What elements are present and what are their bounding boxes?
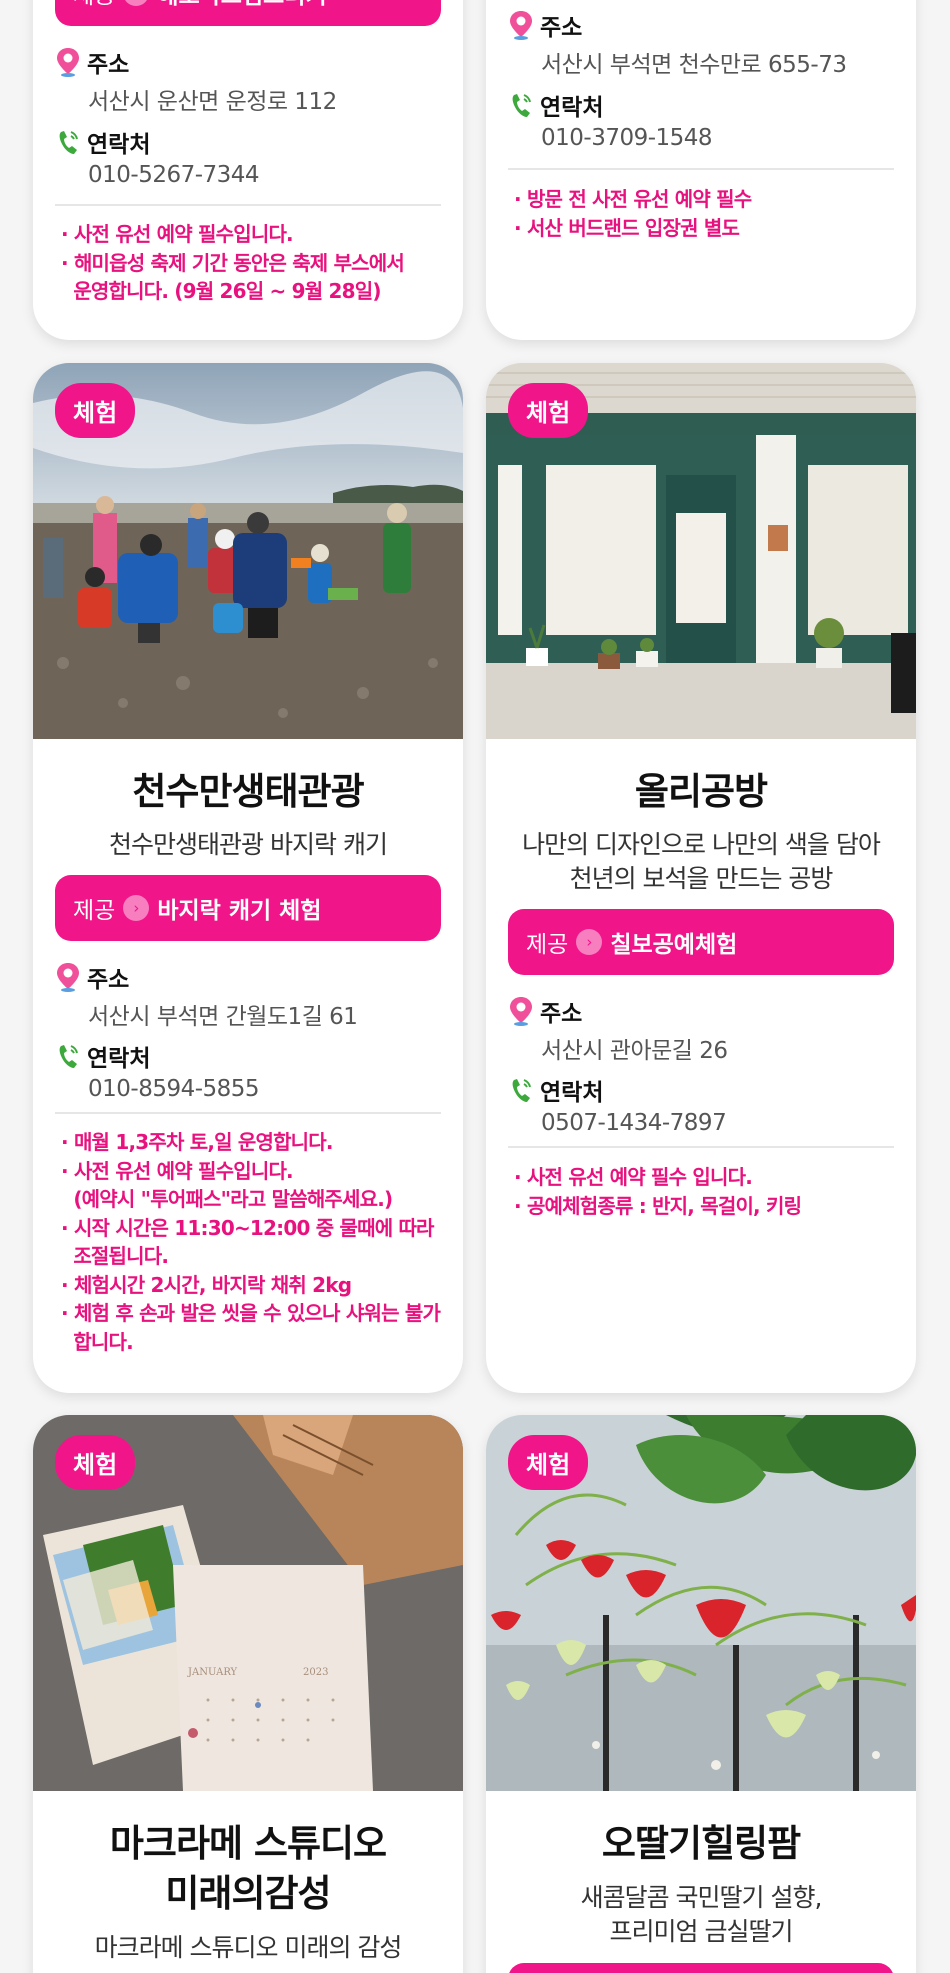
card-subtitle: 프리미엄 금실딸기 — [609, 1917, 794, 1946]
notes: · 매월 1,3주차 토,일 운영합니다. · 사전 유선 예약 필수입니다. … — [61, 1128, 449, 1356]
category-badge: 체험 — [508, 383, 589, 438]
note-line: 합니다. — [61, 1329, 133, 1354]
chevron-right-icon: › — [123, 895, 150, 921]
note-line: · 체험시간 2시간, 바지락 채취 2kg — [61, 1272, 352, 1297]
card-subtitle: 마크라메 스튜디오 미래의 감성 — [94, 1933, 403, 1962]
contact-label-row: 연락처 — [508, 88, 603, 122]
contact-label-row: 연락처 — [508, 1073, 603, 1107]
chevron-right-icon: › — [576, 929, 603, 955]
map-pin-icon — [508, 995, 534, 1027]
address-value: 서산시 부석면 간월도1길 61 — [88, 1004, 358, 1030]
address-label-row: 주소 — [508, 994, 582, 1028]
card-subtitle: 나만의 디자인으로 나만의 색을 담아 — [522, 830, 881, 859]
experience-card: 체험 오딸기힐링팜 새콤달콤 국민딸기 설향, 프리미엄 금실딸기 — [486, 1415, 916, 1973]
contact-label: 연락처 — [87, 1046, 151, 1072]
photo-craft-shop: 체험 — [486, 363, 916, 739]
divider — [508, 168, 894, 170]
note-line: 조절됩니다. — [61, 1244, 169, 1268]
experience-card: 체험 올리공방 나만의 디자인으로 나만의 색을 담아 천년의 보석을 만드는 … — [486, 363, 916, 1393]
experience-card: 체험 천수만생태관광 천수만생태관광 바지락 캐기 제공 › 바지락 캐기 체험… — [33, 363, 463, 1393]
address-value: 서산시 관아문길 26 — [541, 1038, 728, 1064]
provide-label: 제공 — [73, 0, 115, 10]
address-label: 주소 — [540, 15, 583, 41]
provide-value: 바지락 캐기 체험 — [157, 898, 322, 924]
card-title: 천수만생태관광 — [132, 770, 364, 813]
phone-icon — [55, 1040, 81, 1072]
note-line: · 매월 1,3주차 토,일 운영합니다. — [61, 1130, 333, 1154]
contact-label: 연락처 — [540, 95, 604, 121]
address-label: 주소 — [87, 967, 130, 993]
phone-value[interactable]: 0507-1434-7897 — [541, 1110, 727, 1136]
map-pin-icon — [55, 961, 81, 993]
provide-button[interactable]: 제공 › 칠보공예체험 — [508, 909, 894, 975]
note-line: · 사전 유선 예약 필수입니다. — [61, 1158, 294, 1183]
experience-card: 제공 › 해오락그림그리기 주소 서산시 운산면 운정로 112 연락처 010… — [33, 0, 463, 340]
svg-text:2023: 2023 — [303, 1667, 328, 1678]
divider — [508, 1146, 894, 1148]
provide-button[interactable] — [508, 1963, 894, 1973]
address-label: 주소 — [540, 1001, 583, 1027]
note-line: (예약시 "투어패스"라고 말씀해주세요.) — [61, 1187, 393, 1211]
note-line: · 공예체험종류 : 반지, 목걸이, 키링 — [514, 1193, 802, 1218]
phone-value[interactable]: 010-5267-7344 — [88, 162, 260, 188]
provide-button[interactable]: 제공 › 바지락 캐기 체험 — [55, 875, 441, 941]
note-line: · 사전 유선 예약 필수입니다. — [61, 222, 294, 246]
note-line: · 서산 버드랜드 입장권 별도 — [514, 215, 740, 240]
address-label-row: 주소 — [55, 45, 129, 79]
photo-handmade-paper: JANUARY 2023 체험 — [33, 1415, 463, 1791]
category-badge: 체험 — [55, 383, 136, 438]
card-title: 마크라메 스튜디오 — [109, 1822, 387, 1865]
note-line: 운영합니다. (9월 26일 ~ 9월 28일) — [61, 279, 381, 303]
notes: · 방문 전 사전 유선 예약 필수 · 서산 버드랜드 입장권 별도 — [514, 185, 902, 242]
photo-mudflat: 체험 — [33, 363, 463, 739]
contact-label-row: 연락처 — [55, 125, 150, 159]
provide-label: 제공 — [526, 932, 569, 958]
note-line: · 방문 전 사전 유선 예약 필수 — [514, 187, 752, 211]
card-subtitle: 천수만생태관광 바지락 캐기 — [109, 830, 388, 859]
phone-icon — [55, 126, 81, 158]
note-line: · 사전 유선 예약 필수 입니다. — [514, 1165, 753, 1189]
card-title: 올리공방 — [634, 770, 768, 813]
address-value: 서산시 부석면 천수만로 655-73 — [541, 52, 847, 78]
note-line: · 해미읍성 축제 기간 동안은 축제 부스에서 — [61, 250, 405, 275]
contact-label: 연락처 — [540, 1080, 604, 1106]
experience-card: JANUARY 2023 체험 마크라메 스튜디오 미래의감성 마크라메 스튜디… — [33, 1415, 463, 1973]
category-badge: 체험 — [55, 1435, 136, 1490]
map-pin-icon — [508, 9, 534, 41]
card-subtitle: 천년의 보석을 만드는 공방 — [569, 864, 834, 893]
note-line: · 시작 시간은 11:30~12:00 중 물때에 따라 — [61, 1215, 434, 1240]
phone-value[interactable]: 010-3709-1548 — [541, 125, 713, 151]
address-label: 주소 — [87, 52, 130, 78]
contact-label: 연락처 — [87, 132, 151, 158]
provide-button[interactable]: 제공 › 해오락그림그리기 — [55, 0, 441, 26]
contact-label-row: 연락처 — [55, 1039, 150, 1073]
address-label-row: 주소 — [55, 960, 129, 994]
notes: · 사전 유선 예약 필수 입니다. · 공예체험종류 : 반지, 목걸이, 키… — [514, 1163, 902, 1220]
card-title: 미래의감성 — [165, 1872, 331, 1915]
provide-value: 칠보공예체험 — [610, 932, 738, 958]
card-title: 오딸기힐링팜 — [601, 1822, 801, 1865]
phone-icon — [508, 89, 534, 121]
phone-icon — [508, 1074, 534, 1106]
divider — [55, 1112, 441, 1114]
map-pin-icon — [55, 46, 81, 78]
experience-card: 주소 서산시 부석면 천수만로 655-73 연락처 010-3709-1548… — [486, 0, 916, 340]
svg-text:JANUARY: JANUARY — [187, 1667, 238, 1678]
phone-value[interactable]: 010-8594-5855 — [88, 1076, 260, 1102]
provide-label: 제공 — [73, 898, 116, 924]
photo-strawberries: 체험 — [486, 1415, 916, 1791]
category-badge: 체험 — [508, 1435, 589, 1490]
chevron-right-icon: › — [123, 0, 150, 6]
provide-value: 해오락그림그리기 — [157, 0, 326, 10]
card-subtitle: 새콤달콤 국민딸기 설향, — [580, 1883, 823, 1912]
address-value: 서산시 운산면 운정로 112 — [88, 89, 337, 115]
divider — [55, 204, 441, 206]
notes: · 사전 유선 예약 필수입니다. · 해미읍성 축제 기간 동안은 축제 부스… — [61, 220, 449, 306]
note-line: · 체험 후 손과 발은 씻을 수 있으나 샤워는 불가 — [61, 1301, 441, 1325]
address-label-row: 주소 — [508, 8, 582, 42]
